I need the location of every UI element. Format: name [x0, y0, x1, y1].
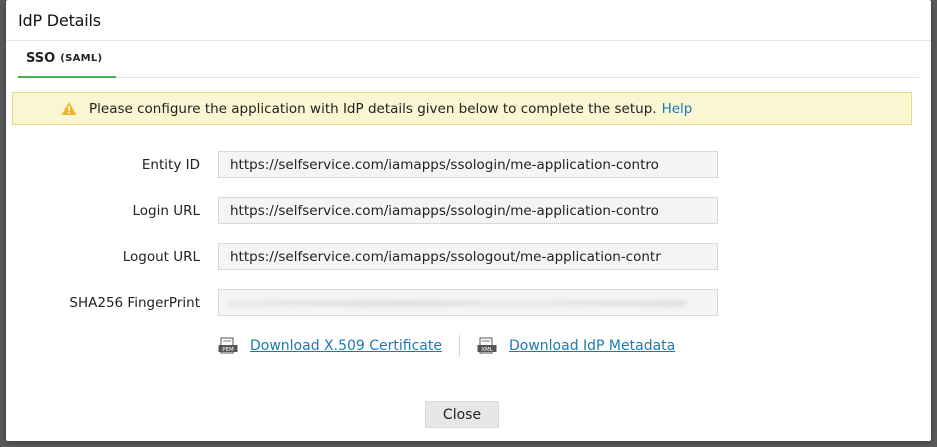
download-links: PEM Download X.509 Certificate XML Downl…: [218, 334, 675, 358]
alert-text: Please configure the application with Id…: [89, 100, 657, 117]
svg-text:XML: XML: [481, 347, 494, 353]
tab-bar: SSO (SAML): [18, 41, 919, 78]
dialog-title: IdP Details: [18, 10, 101, 30]
logout-url-label: Logout URL: [122, 249, 200, 265]
setup-alert: Please configure the application with Id…: [12, 92, 912, 125]
divider: [458, 335, 460, 357]
entity-id-row: Entity ID: [0, 151, 925, 178]
download-metadata-link[interactable]: XML Download IdP Metadata: [477, 337, 675, 355]
login-url-label: Login URL: [132, 203, 201, 219]
tab-label: SSO: [26, 51, 56, 66]
dialog-header: IdP Details: [6, 0, 931, 41]
fingerprint-field[interactable]: [218, 289, 718, 316]
logout-url-field[interactable]: [218, 243, 718, 270]
download-metadata-label: Download IdP Metadata: [508, 338, 676, 354]
download-certificate-link[interactable]: PEM Download X.509 Certificate: [218, 337, 442, 355]
close-button[interactable]: Close: [425, 401, 499, 428]
tab-sublabel: (SAML): [60, 53, 103, 64]
redacted-fingerprint: [227, 301, 687, 306]
fingerprint-row: SHA256 FingerPrint: [0, 289, 925, 316]
entity-id-label: Entity ID: [141, 157, 200, 173]
pem-file-icon: PEM: [218, 337, 238, 354]
xml-file-icon: XML: [477, 337, 497, 354]
svg-text:PEM: PEM: [222, 347, 234, 353]
login-url-row: Login URL: [0, 197, 925, 224]
download-certificate-label: Download X.509 Certificate: [250, 338, 442, 354]
login-url-field[interactable]: [218, 197, 718, 224]
warning-icon: [61, 102, 77, 115]
entity-id-field[interactable]: [218, 151, 718, 178]
logout-url-row: Logout URL: [0, 243, 925, 270]
tab-sso-saml[interactable]: SSO (SAML): [18, 41, 116, 78]
help-link[interactable]: Help: [662, 101, 693, 117]
fingerprint-label: SHA256 FingerPrint: [69, 295, 200, 311]
